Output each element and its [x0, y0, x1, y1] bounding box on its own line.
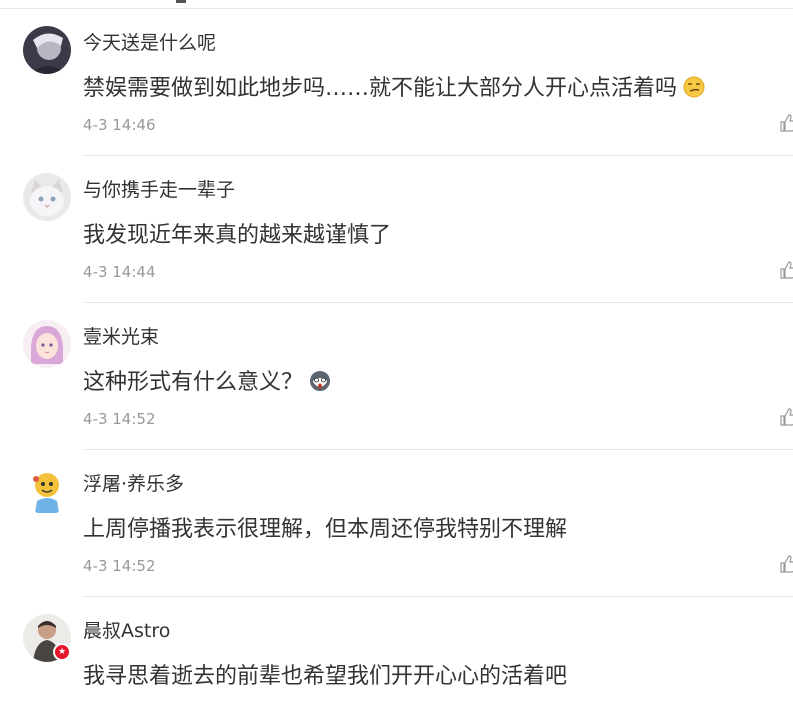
like-thumb-icon[interactable]: [780, 114, 793, 132]
comment-text: 上周停播我表示很理解，但本周还停我特别不理解: [83, 511, 567, 543]
verified-badge-icon: ★: [53, 643, 71, 661]
comment-text: 禁娱需要做到如此地步吗……就不能让大部分人开心点活着吗: [83, 70, 705, 102]
username[interactable]: 壹米光束: [83, 322, 159, 349]
like-thumb-icon[interactable]: [780, 408, 793, 426]
username[interactable]: 今天送是什么呢: [83, 28, 216, 55]
comment-text-content: 禁娱需要做到如此地步吗……就不能让大部分人开心点活着吗: [83, 76, 678, 101]
username[interactable]: 晨叔Astro: [83, 616, 170, 643]
comment-text: 我发现近年来真的越来越谨慎了: [83, 217, 391, 249]
avatar[interactable]: [23, 467, 71, 515]
comment-text-content: 这种形式有什么意义？: [83, 370, 304, 395]
comment-item: 浮屠·养乐多 上周停播我表示很理解，但本周还停我特别不理解 4-3 14:52: [0, 451, 793, 598]
comment-time: 4-3 14:52: [83, 410, 156, 428]
username[interactable]: 浮屠·养乐多: [83, 469, 184, 496]
comment-text-content: 我寻思着逝去的前辈也希望我们开开心心的活着吧: [83, 664, 568, 689]
comment-item: 今天送是什么呢 禁娱需要做到如此地步吗……就不能让大部分人开心点活着吗 4-3 …: [0, 10, 793, 157]
row-divider: [83, 155, 793, 156]
username[interactable]: 与你携手走一辈子: [83, 175, 235, 202]
comment-item: 壹米光束 这种形式有什么意义？ 4-3 14:52: [0, 304, 793, 451]
active-tab-marker: [176, 0, 186, 3]
row-divider: [83, 596, 793, 597]
comment-item: ★ 晨叔Astro 我寻思着逝去的前辈也希望我们开开心心的活着吧: [0, 598, 793, 703]
comment-time: 4-3 14:44: [83, 263, 156, 281]
avatar[interactable]: [23, 320, 71, 368]
row-divider: [83, 449, 793, 450]
avatar[interactable]: [23, 173, 71, 221]
shocked-husky-emoji-icon: [310, 371, 331, 391]
row-divider: [83, 302, 793, 303]
comment-time: 4-3 14:46: [83, 116, 156, 134]
top-divider: [0, 8, 793, 9]
comment-item: 与你携手走一辈子 我发现近年来真的越来越谨慎了 4-3 14:44: [0, 157, 793, 304]
comment-time: 4-3 14:52: [83, 557, 156, 575]
like-thumb-icon[interactable]: [780, 555, 793, 573]
avatar[interactable]: [23, 26, 71, 74]
comment-text-content: 我发现近年来真的越来越谨慎了: [83, 223, 392, 248]
like-thumb-icon[interactable]: [780, 261, 793, 279]
smirk-emoji-icon: [683, 76, 705, 98]
comment-text: 这种形式有什么意义？: [83, 364, 331, 396]
comment-text-content: 上周停播我表示很理解，但本周还停我特别不理解: [83, 517, 568, 542]
comment-text: 我寻思着逝去的前辈也希望我们开开心心的活着吧: [83, 658, 567, 690]
